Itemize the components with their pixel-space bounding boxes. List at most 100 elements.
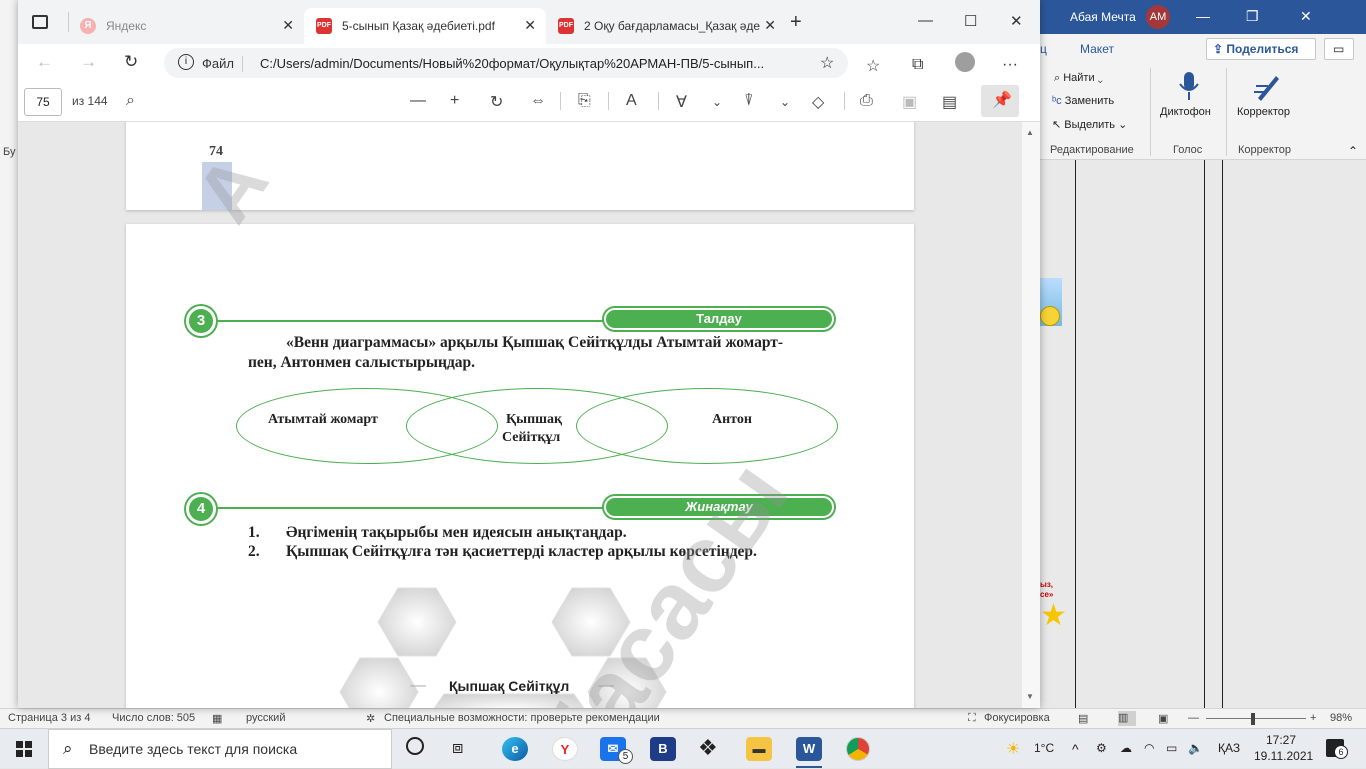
page-number-input[interactable]: 75: [24, 88, 62, 116]
refresh-icon[interactable]: ↻: [124, 52, 138, 72]
scroll-up-icon[interactable]: ▲: [1026, 128, 1034, 137]
dropbox-icon[interactable]: ❖: [698, 735, 718, 761]
fit-width-icon[interactable]: ⇔: [530, 92, 546, 110]
select-button[interactable]: ↖ Выделить ⌄: [1052, 118, 1127, 131]
tab-pdf-active[interactable]: PDF 5-сынып Қазақ әдебиеті.pdf ✕: [304, 8, 546, 44]
editor-pen-icon[interactable]: [1252, 70, 1282, 104]
yandex-browser-icon[interactable]: Y: [552, 737, 578, 761]
select-label: Выделить: [1064, 119, 1116, 131]
url-text[interactable]: C:/Users/admin/Documents/Новый%20формат/…: [260, 56, 820, 71]
save-icon[interactable]: ▣: [902, 92, 917, 112]
pdf-viewer[interactable]: 74 3 Талдау «Венн диаграммасы» арқылы Қы…: [18, 122, 1040, 708]
status-words[interactable]: Число слов: 505: [112, 712, 195, 724]
editor-label[interactable]: Корректор: [1237, 106, 1290, 118]
forward-icon[interactable]: →: [80, 52, 97, 72]
tab-yandex[interactable]: Я Яндекс ✕: [68, 8, 304, 44]
favorites-icon[interactable]: ☆: [866, 56, 880, 76]
pin-toolbar-button[interactable]: 📌: [981, 85, 1019, 117]
word-user-name[interactable]: Абая Мечта: [1070, 10, 1136, 24]
tab-references[interactable]: ц: [1040, 42, 1047, 56]
word-icon[interactable]: W: [796, 737, 822, 761]
add-favorite-icon[interactable]: ☆: [820, 53, 834, 73]
clock-time[interactable]: 17:27: [1266, 733, 1296, 747]
chevron-down-icon[interactable]: ⌄: [712, 95, 722, 109]
temperature[interactable]: 1°C: [1034, 741, 1054, 755]
replace-button[interactable]: ᵇc Заменить: [1052, 95, 1114, 107]
tab-actions-icon[interactable]: [32, 15, 48, 29]
tab-layout[interactable]: Макет: [1080, 42, 1114, 56]
profile-avatar[interactable]: [955, 52, 975, 72]
page-view-icon[interactable]: ⎘: [578, 92, 591, 110]
comments-button[interactable]: ▭: [1324, 38, 1354, 60]
search-icon[interactable]: ⌕: [126, 92, 135, 110]
scrollbar[interactable]: ▲ ▼: [1022, 122, 1040, 708]
b-app-icon[interactable]: B: [650, 737, 676, 761]
windows-start-icon[interactable]: [16, 741, 32, 757]
print-icon[interactable]: ⎙: [860, 92, 873, 110]
save-as-icon[interactable]: ▤: [942, 92, 957, 112]
edge-icon[interactable]: e: [502, 737, 528, 761]
weather-icon[interactable]: ☀: [1006, 739, 1020, 759]
zoom-slider-thumb[interactable]: [1251, 713, 1255, 725]
input-language[interactable]: ҚАЗ: [1218, 741, 1240, 755]
close-tab-icon[interactable]: ✕: [764, 17, 776, 34]
close-icon[interactable]: ✕: [1300, 8, 1312, 25]
clock-date[interactable]: 19.11.2021: [1254, 749, 1313, 763]
find-button[interactable]: ⌕ Найти ⌄: [1054, 72, 1103, 85]
close-icon[interactable]: ✕: [1010, 12, 1023, 30]
zoom-out-icon[interactable]: —: [410, 92, 426, 110]
read-aloud-icon[interactable]: A: [626, 92, 637, 110]
highlight-icon[interactable]: ⍒: [744, 92, 754, 110]
status-language[interactable]: русский: [246, 712, 285, 724]
file-explorer-icon[interactable]: ▬: [746, 737, 772, 761]
restore-icon[interactable]: ❐: [1246, 8, 1259, 25]
print-layout-icon[interactable]: ▥: [1118, 711, 1136, 726]
minimize-icon[interactable]: —: [1196, 8, 1210, 24]
proofing-icon[interactable]: ▦: [212, 712, 222, 725]
wifi-icon[interactable]: ◠: [1144, 741, 1154, 755]
rotate-icon[interactable]: ↻: [490, 92, 503, 112]
zoom-in-icon[interactable]: +: [1310, 712, 1316, 724]
chevron-up-icon[interactable]: ^: [1072, 741, 1079, 757]
chrome-icon[interactable]: [846, 737, 870, 761]
status-focus[interactable]: Фокусировка: [984, 712, 1050, 724]
collections-icon[interactable]: ⧉: [912, 56, 923, 74]
draw-icon[interactable]: ∀: [676, 92, 687, 112]
microphone-icon[interactable]: [1174, 70, 1204, 104]
tab-pdf-2[interactable]: PDF 2 Оқу бағдарламасы_Қазақ әде ✕: [546, 8, 786, 44]
volume-icon[interactable]: 🔈: [1188, 741, 1203, 755]
share-button[interactable]: ⇪ Поделиться: [1206, 38, 1316, 60]
avatar[interactable]: АМ: [1146, 5, 1170, 29]
collapse-ribbon-icon[interactable]: ⌃: [1348, 144, 1358, 158]
tray-app-icon[interactable]: ⚙: [1096, 741, 1107, 755]
web-layout-icon[interactable]: ▣: [1158, 712, 1168, 725]
keyboard-icon[interactable]: ▭: [1166, 741, 1177, 755]
status-page[interactable]: Страница 3 из 4: [8, 712, 90, 724]
address-bar[interactable]: i Файл C:/Users/admin/Documents/Новый%20…: [164, 48, 848, 78]
back-icon[interactable]: ←: [36, 52, 53, 72]
minimize-icon[interactable]: —: [918, 12, 933, 29]
dictation-label[interactable]: Диктофон: [1160, 106, 1211, 118]
task-view-icon[interactable]: ⧈: [452, 737, 463, 758]
table-border: [1204, 160, 1205, 708]
eraser-icon[interactable]: ◇: [812, 92, 824, 112]
cortana-icon[interactable]: [406, 737, 424, 755]
zoom-slider[interactable]: [1206, 718, 1306, 719]
tab-label: 2 Оқу бағдарламасы_Қазақ әде: [584, 19, 760, 33]
maximize-icon[interactable]: ☐: [964, 12, 977, 30]
new-tab-button[interactable]: +: [790, 11, 802, 34]
status-accessibility[interactable]: Специальные возможности: проверьте реком…: [384, 712, 660, 724]
chevron-down-icon[interactable]: ⌄: [780, 95, 790, 109]
zoom-in-icon[interactable]: +: [450, 92, 459, 110]
info-icon[interactable]: i: [178, 54, 194, 70]
close-tab-icon[interactable]: ✕: [524, 17, 536, 34]
zoom-out-icon[interactable]: —: [1188, 712, 1199, 724]
taskbar-search[interactable]: ⌕ Введите здесь текст для поиска: [48, 729, 392, 769]
close-tab-icon[interactable]: ✕: [282, 17, 294, 34]
scroll-down-icon[interactable]: ▼: [1026, 692, 1034, 701]
toolbar-separator: [844, 92, 845, 110]
zoom-level[interactable]: 98%: [1330, 712, 1352, 724]
more-menu-icon[interactable]: ···: [1002, 56, 1018, 74]
read-mode-icon[interactable]: ▤: [1078, 712, 1088, 725]
onedrive-icon[interactable]: ☁: [1120, 741, 1132, 755]
